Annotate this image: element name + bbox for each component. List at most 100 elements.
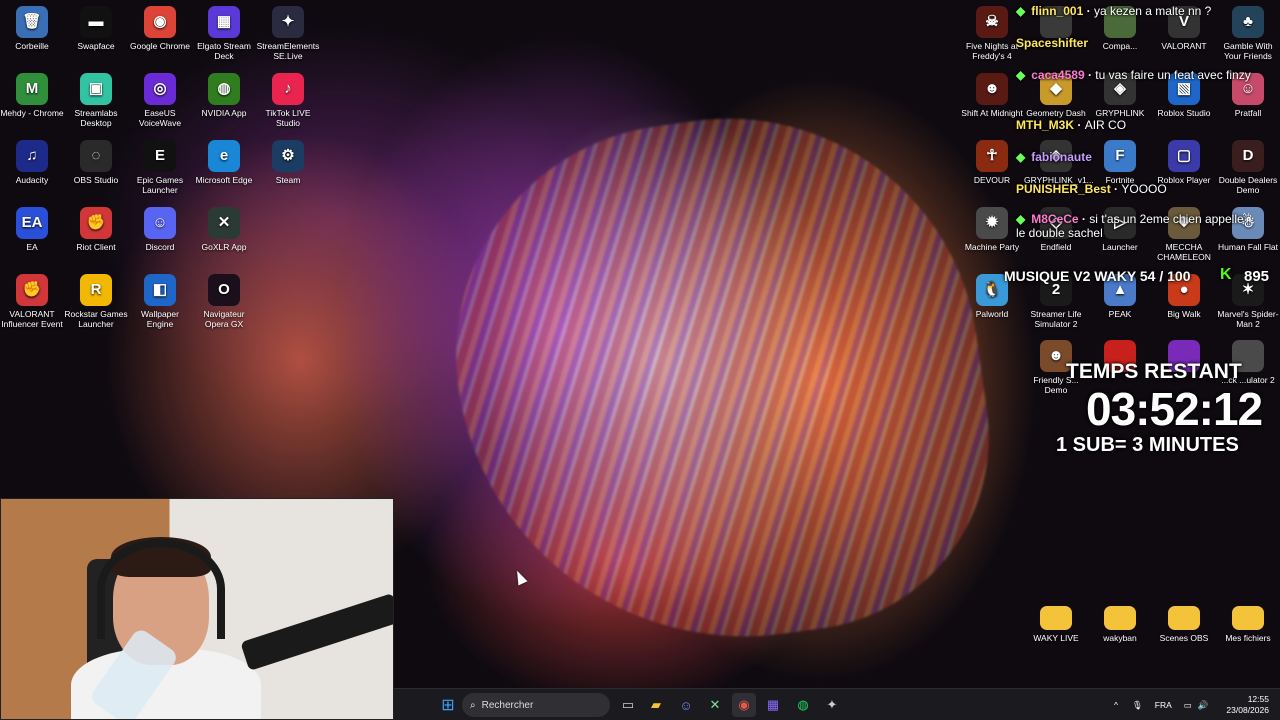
chat-message: ◆ caca4589 · tu vas faire un feat avec fi… [1016, 68, 1256, 82]
chevron-up-icon[interactable]: ^ [1114, 700, 1118, 710]
desktop-shortcut-label: Steam [275, 175, 301, 185]
desktop-shortcut-18[interactable]: ✕ GoXLR App [192, 207, 256, 252]
desktop-shortcut-r10[interactable]: ☥ DEVOUR [960, 140, 1024, 185]
webcam-overlay [0, 498, 394, 720]
stream-deck-icon[interactable]: ▦ [761, 693, 785, 717]
ea-icon: EA [16, 207, 48, 239]
chat-separator: · [1074, 118, 1085, 132]
obs-icon: ◌ [80, 140, 112, 172]
network-icon[interactable]: ▭ [1184, 700, 1192, 711]
windows-start-icon[interactable]: ⊞ [436, 693, 460, 717]
stream-deck-icon: ▦ [208, 6, 240, 38]
tiktok-icon: ♪ [272, 73, 304, 105]
desktop-folder[interactable]: wakyban [1088, 606, 1152, 643]
chat-username: fabionaute [1031, 150, 1092, 164]
folder-label: Mes fichiers [1225, 633, 1271, 643]
subscriber-badge-icon: ◆ [1016, 4, 1026, 18]
desktop-folder[interactable]: Mes fichiers [1216, 606, 1280, 643]
desktop-shortcut-label: Endfield [1040, 242, 1072, 252]
desktop-shortcut-label: Riot Client [76, 242, 116, 252]
folder-icon [1040, 606, 1072, 630]
desktop-shortcut-label: Epic Games Launcher [136, 175, 184, 195]
desktop-shortcut-16[interactable]: ✊ Riot Client [64, 207, 128, 252]
spotify-icon[interactable]: ◍ [791, 693, 815, 717]
desktop-shortcut-15[interactable]: EA EA [0, 207, 64, 252]
language-indicator[interactable]: FRA [1155, 700, 1172, 710]
nvidia-icon: ◍ [208, 73, 240, 105]
desktop-shortcut-label: StreamElements SE.Live [256, 41, 320, 61]
desktop-shortcut-14[interactable]: ⚙ Steam [256, 140, 320, 185]
folder-icon[interactable]: ▰ [644, 693, 668, 717]
desktop-shortcut-label: Discord [145, 242, 175, 252]
desktop-shortcut-22[interactable]: ◧ Wallpaper Engine [128, 274, 192, 329]
timer-title: TEMPS RESTANT [1066, 360, 1242, 383]
chat-text: tu vas faire un feat avec finzy [1095, 68, 1251, 82]
discord-icon: ☺ [144, 207, 176, 239]
chrome-icon[interactable]: ◉ [732, 693, 756, 717]
desktop-shortcut-label: Wallpaper Engine [141, 309, 179, 329]
search-box[interactable]: ⌕ Rechercher [462, 693, 610, 717]
microphone-arm [240, 593, 393, 671]
desktop-shortcut-label: EaseUS VoiceWave [138, 108, 182, 128]
desktop-shortcut-7[interactable]: ◎ EaseUS VoiceWave [128, 73, 192, 128]
chat-username: M8CeCe [1031, 212, 1079, 226]
desktop-shortcut-11[interactable]: ◌ OBS Studio [64, 140, 128, 185]
clock-time: 12:55 [1247, 694, 1269, 704]
microphone-icon[interactable]: 🎙 [1132, 700, 1143, 711]
chat-message: ◆ flinn_001 · ya kezen a malte nn ? [1016, 4, 1256, 18]
desktop-shortcut-13[interactable]: e Microsoft Edge [192, 140, 256, 185]
desktop-shortcut-1[interactable]: ▬ Swapface [64, 6, 128, 51]
desktop-shortcut-label: NVIDIA App [201, 108, 247, 118]
goxlr-icon[interactable]: ✕ [703, 693, 727, 717]
chat-username: Spaceshifter [1016, 36, 1089, 50]
desktop-folder[interactable]: WAKY LIVE [1024, 606, 1088, 643]
desktop-folder[interactable]: Scenes OBS [1152, 606, 1216, 643]
rockstar-icon: R [80, 274, 112, 306]
desktop-shortcut-2[interactable]: ◉ Google Chrome [128, 6, 192, 51]
desktop-shortcut-label: Rockstar Games Launcher [64, 309, 128, 329]
system-tray: ^ 🎙 FRA ▭ 🔊 12:55 23/08/2026 [1114, 689, 1269, 720]
volume-icon[interactable]: 🔊 [1198, 700, 1209, 711]
epic-games-icon: E [144, 140, 176, 172]
desktop-shortcut-0[interactable]: 🗑 Corbeille [0, 6, 64, 51]
desktop-shortcut-21[interactable]: R Rockstar Games Launcher [64, 274, 128, 329]
streamlabs-icon: ▣ [80, 73, 112, 105]
chat-text: ya kezen a malte nn ? [1093, 4, 1212, 18]
desktop-shortcut-label: Big Walk [1167, 309, 1201, 319]
subscriber-badge-icon: ◆ [1016, 68, 1026, 82]
desktop-shortcut-8[interactable]: ◍ NVIDIA App [192, 73, 256, 118]
desktop-shortcut-23[interactable]: O Navigateur Opera GX [192, 274, 256, 329]
taskbar: ⊞ ⌕ Rechercher ▭ ▰ ☺ ✕ ◉ ▦ ◍ ✦ ^ 🎙 FRA ▭… [394, 688, 1280, 720]
desktop-shortcut-10[interactable]: ♫ Audacity [0, 140, 64, 185]
desktop-shortcut-label: Audacity [15, 175, 49, 185]
mask-icon: ▬ [80, 6, 112, 38]
desktop-shortcut-label: Corbeille [15, 41, 49, 51]
desktop-shortcut-label: Shift At Midnight [961, 108, 1023, 118]
desktop-shortcut-6[interactable]: ▣ Streamlabs Desktop [64, 73, 128, 128]
search-placeholder: Rechercher [481, 699, 534, 711]
discord-icon[interactable]: ☺ [674, 693, 698, 717]
desktop-shortcut-label: Google Chrome [129, 41, 190, 51]
desktop-shortcut-r0[interactable]: ☠ Five Nights at Freddy's 4 [960, 6, 1024, 61]
desktop-shortcut-label: Launcher [1102, 242, 1138, 252]
desktop-shortcut-5[interactable]: M Mehdy - Chrome [0, 73, 64, 118]
desktop-shortcut-r5[interactable]: ☻ Shift At Midnight [960, 73, 1024, 118]
folder-label: Scenes OBS [1159, 633, 1209, 643]
desktop-shortcut-3[interactable]: ▦ Elgato Stream Deck [192, 6, 256, 61]
edge-icon: e [208, 140, 240, 172]
clock[interactable]: 12:55 23/08/2026 [1226, 694, 1269, 716]
desktop-shortcut-label: Navigateur Opera GX [203, 309, 245, 329]
file-explorer-icon[interactable]: ▭ [616, 693, 640, 717]
desktop-shortcut-r15[interactable]: ✹ Machine Party [960, 207, 1024, 252]
riot-event-icon: ✊ [16, 274, 48, 306]
desktop-shortcut-17[interactable]: ☺ Discord [128, 207, 192, 252]
desktop-shortcut-9[interactable]: ♪ TikTok LIVE Studio [256, 73, 320, 128]
streamelements-icon[interactable]: ✦ [820, 693, 844, 717]
desktop-shortcut-label: Palworld [975, 309, 1009, 319]
folder-icon [1104, 606, 1136, 630]
chat-separator: · [1083, 4, 1094, 18]
kick-follower-count: 895 [1244, 268, 1270, 285]
desktop-shortcut-20[interactable]: ✊ VALORANT Influencer Event [0, 274, 64, 329]
desktop-shortcut-12[interactable]: E Epic Games Launcher [128, 140, 192, 195]
desktop-shortcut-4[interactable]: ✦ StreamElements SE.Live [256, 6, 320, 61]
